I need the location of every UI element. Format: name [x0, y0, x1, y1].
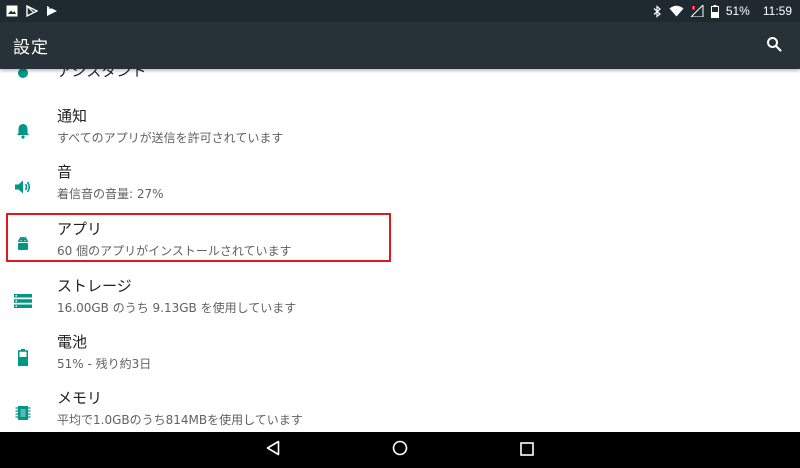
settings-item-title: 電池: [57, 333, 88, 351]
page-title: 設定: [13, 38, 49, 58]
recents-icon: [520, 441, 534, 460]
memory-icon: [13, 403, 33, 423]
home-button[interactable]: [370, 432, 430, 468]
play-movies-icon: [46, 5, 58, 17]
settings-item-sound[interactable]: 音 着信音の音量: 27%: [0, 155, 800, 212]
navigation-bar: [0, 432, 800, 468]
image-icon: [6, 5, 18, 17]
search-button[interactable]: [760, 32, 788, 60]
settings-item-summary: 平均で1.0GBのうち814MBを使用しています: [57, 413, 303, 427]
back-button[interactable]: [243, 432, 303, 468]
status-bar: 51% 11:59: [0, 0, 800, 22]
status-bar-system: 51% 11:59: [652, 4, 792, 18]
settings-item-summary: すべてのアプリが送信を許可されています: [57, 131, 284, 145]
settings-item-summary: 16.00GB のうち 9.13GB を使用しています: [57, 301, 297, 315]
play-store-icon: [26, 5, 38, 17]
settings-item-title: アプリ: [57, 220, 103, 238]
settings-item-summary: 60 個のアプリがインストールされています: [57, 244, 292, 258]
settings-item-memory[interactable]: メモリ 平均で1.0GBのうち814MBを使用しています: [0, 381, 800, 432]
settings-item-notifications[interactable]: 通知 すべてのアプリが送信を許可されています: [0, 99, 800, 156]
assistant-icon: [15, 69, 31, 85]
settings-list[interactable]: アシスタント 通知 すべてのアプリが送信を許可されています 音 着信音の音量: …: [0, 69, 800, 432]
battery-percent: 51%: [725, 4, 750, 18]
volume-icon: [13, 177, 33, 197]
status-bar-notifications: [6, 5, 58, 17]
home-icon: [392, 440, 408, 460]
settings-item-title: 通知: [57, 107, 88, 125]
settings-item-battery[interactable]: 電池 51% - 残り約3日: [0, 325, 800, 382]
settings-item-title: ストレージ: [57, 277, 132, 295]
settings-item-storage[interactable]: ストレージ 16.00GB のうち 9.13GB を使用しています: [0, 269, 800, 326]
settings-item-apps[interactable]: アプリ 60 個のアプリがインストールされています: [0, 212, 800, 269]
bell-icon: [13, 121, 33, 141]
storage-icon: [13, 291, 33, 311]
android-icon: [13, 234, 33, 254]
recents-button[interactable]: [497, 432, 557, 468]
settings-item-title: アシスタント: [57, 69, 147, 80]
settings-item-summary: 着信音の音量: 27%: [57, 187, 164, 201]
search-icon: [766, 36, 782, 56]
settings-item-assistant[interactable]: アシスタント: [0, 69, 800, 85]
battery-icon: [13, 347, 33, 367]
battery-status-icon: [710, 4, 719, 18]
settings-item-title: 音: [57, 163, 73, 181]
back-icon: [266, 440, 280, 460]
app-toolbar: 設定: [0, 22, 800, 69]
settings-item-summary: 51% - 残り約3日: [57, 357, 152, 371]
cell-signal-icon: [690, 5, 704, 17]
clock: 11:59: [762, 4, 792, 18]
wifi-icon: [669, 5, 684, 17]
bluetooth-icon: [652, 4, 662, 18]
settings-item-title: メモリ: [57, 389, 103, 407]
